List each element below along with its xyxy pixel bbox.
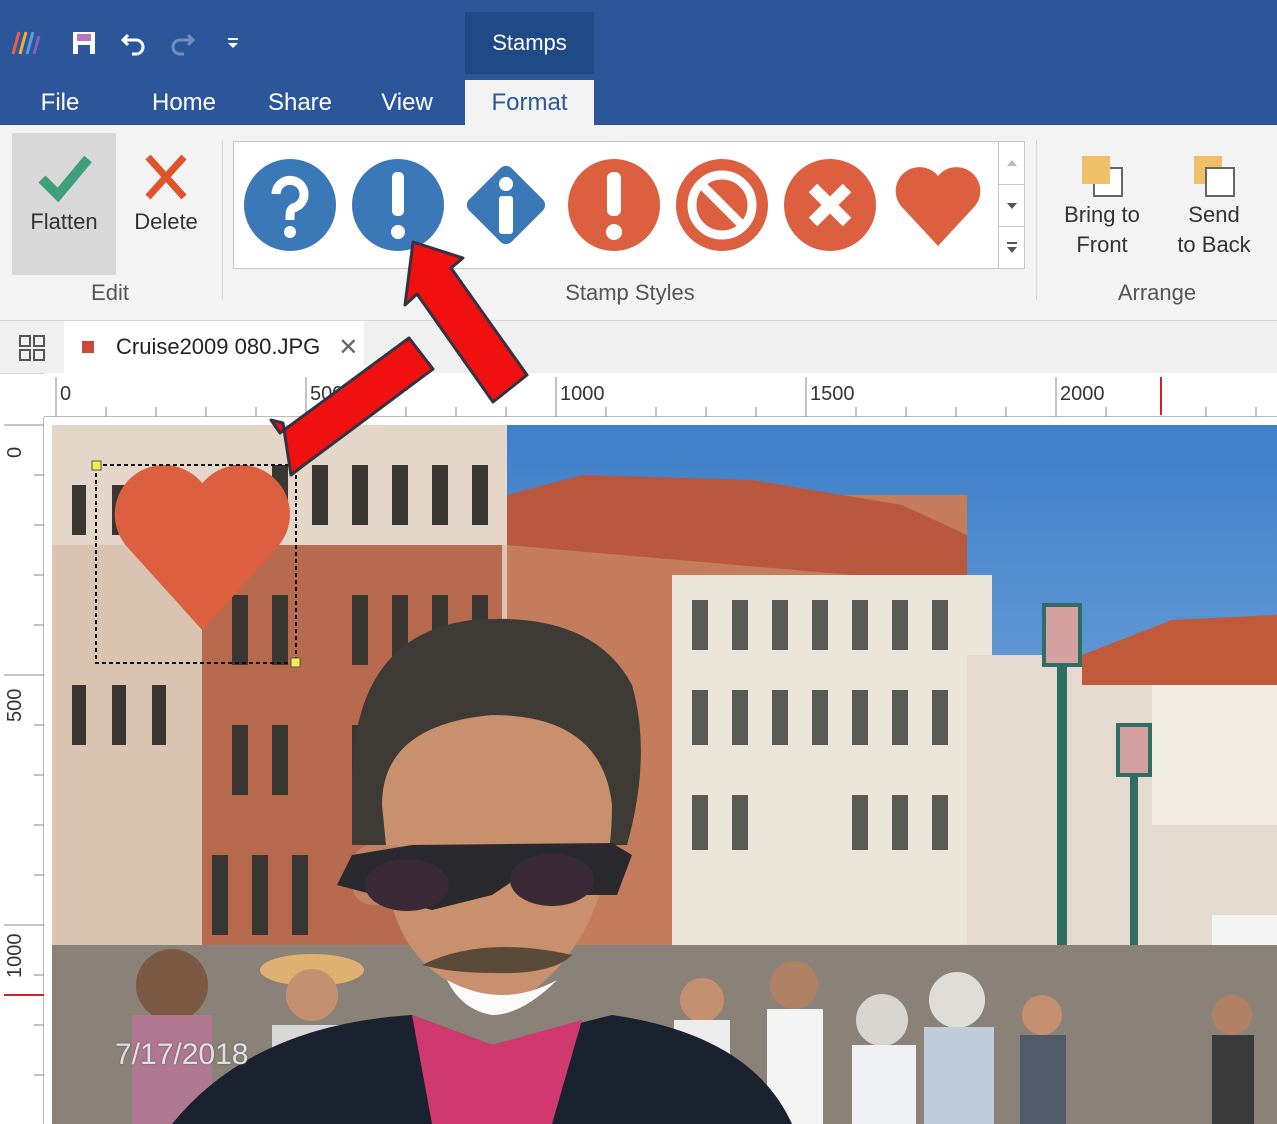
delete-button[interactable]: Delete	[124, 133, 208, 275]
ruler-label-y-500: 500	[4, 688, 26, 722]
send-to-back-label-2: to Back	[1177, 232, 1251, 257]
arrange-group-label: Arrange	[1117, 280, 1197, 305]
warning-stamp-icon[interactable]	[567, 158, 661, 252]
tab-home[interactable]: Home	[140, 80, 228, 125]
scroll-up-icon	[1006, 160, 1017, 166]
gallery-scroll-down-button[interactable]	[998, 184, 1024, 226]
gallery-expand-button[interactable]	[998, 226, 1024, 268]
stamps-context-tab: Stamps	[465, 12, 594, 74]
photo-date-stamp: 7/17/2018	[115, 1038, 249, 1071]
stamp-styles-group-label: Stamp Styles	[565, 280, 695, 305]
tab-view[interactable]: View	[370, 80, 444, 125]
tab-share[interactable]: Share	[258, 80, 342, 125]
close-tab-icon[interactable]: ✕	[338, 333, 358, 362]
cancel-stamp-icon[interactable]	[783, 158, 877, 252]
ruler-label-x-0: 0	[60, 383, 72, 405]
redo-icon[interactable]	[164, 26, 200, 60]
delete-label: Delete	[134, 209, 198, 234]
checkmark-icon	[38, 155, 92, 203]
send-to-back-button[interactable]: Send to Back	[1164, 152, 1264, 276]
app-logo-icon[interactable]	[8, 26, 44, 60]
grid-view-icon[interactable]	[18, 334, 46, 367]
image-file-icon	[82, 341, 94, 353]
delete-x-icon	[145, 154, 187, 200]
bring-to-front-label-2: Front	[1076, 232, 1128, 257]
undo-icon[interactable]	[116, 26, 152, 60]
question-stamp-icon[interactable]	[243, 158, 337, 252]
customize-qat-icon[interactable]	[220, 26, 246, 60]
group-divider	[222, 140, 223, 300]
ruler-label-x-1000: 1000	[560, 383, 605, 405]
scroll-down-icon	[1006, 202, 1017, 209]
ruler-label-y-1000: 1000	[4, 933, 26, 979]
tab-format[interactable]: Format	[465, 80, 594, 125]
ruler-label-x-2000: 2000	[1060, 383, 1105, 405]
flatten-label: Flatten	[30, 209, 98, 234]
flatten-button[interactable]: Flatten	[12, 133, 116, 275]
gallery-scroll-up-button[interactable]	[998, 142, 1024, 184]
tab-file[interactable]: File	[24, 80, 96, 125]
send-to-back-icon	[1194, 156, 1235, 197]
send-to-back-label-1: Send	[1188, 202, 1240, 227]
heart-stamp-selection[interactable]	[96, 461, 300, 667]
group-divider	[1036, 140, 1037, 300]
expand-gallery-icon	[1006, 241, 1017, 253]
edit-group-label: Edit	[91, 280, 129, 305]
document-tab-title: Cruise2009 080.JPG	[116, 334, 321, 359]
vertical-ruler-ticks	[4, 424, 44, 1076]
exclamation-stamp-icon[interactable]	[351, 158, 445, 252]
save-icon[interactable]	[66, 26, 102, 60]
document-tab[interactable]: Cruise2009 080.JPG ✕	[64, 321, 364, 373]
heart-stamp-icon[interactable]	[891, 158, 985, 252]
bring-to-front-icon	[1082, 156, 1123, 197]
info-stamp-icon[interactable]	[459, 158, 553, 252]
bring-to-front-button[interactable]: Bring to Front	[1052, 152, 1152, 276]
ruler-label-x-500: 500	[310, 383, 344, 405]
ruler-label-y-0: 0	[4, 446, 26, 458]
prohibited-stamp-icon[interactable]	[675, 158, 769, 252]
ruler-label-x-1500: 1500	[810, 383, 855, 405]
bring-to-front-label-1: Bring to	[1064, 202, 1140, 227]
